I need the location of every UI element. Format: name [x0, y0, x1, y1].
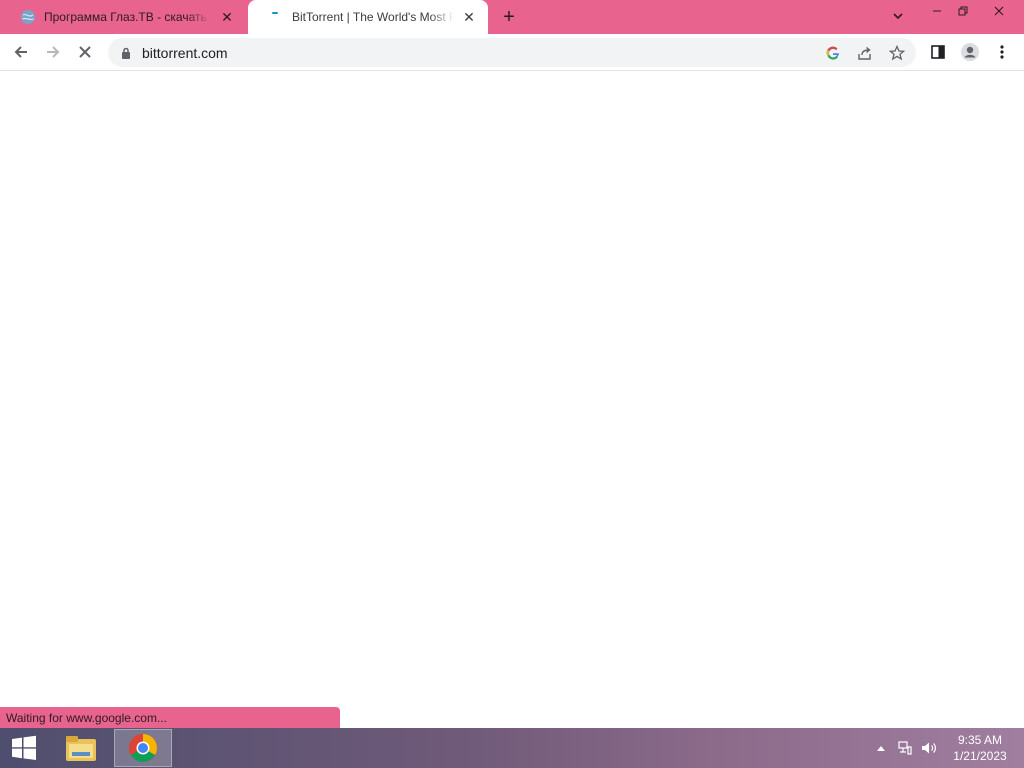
forward-button[interactable]	[40, 39, 66, 65]
tab-bittorrent[interactable]: BitTorrent | The World's Most Popular ✕	[248, 0, 488, 34]
tab-title: Программа Глаз.ТВ - скачать и	[44, 10, 212, 24]
menu-button[interactable]	[992, 42, 1012, 62]
restore-button[interactable]	[946, 0, 980, 22]
taskbar-chrome[interactable]	[114, 729, 172, 767]
tab-search-button[interactable]	[888, 8, 908, 28]
side-panel-icon	[931, 45, 945, 59]
lock-icon	[120, 46, 132, 60]
network-tray-button[interactable]	[894, 728, 916, 768]
share-icon[interactable]	[856, 44, 874, 62]
taskbar-file-explorer[interactable]	[52, 729, 110, 767]
restore-icon	[958, 6, 968, 16]
show-hidden-icons-button[interactable]	[872, 728, 890, 768]
start-button[interactable]	[0, 728, 48, 768]
back-arrow-icon	[14, 46, 27, 58]
network-icon	[898, 741, 912, 755]
chrome-icon	[129, 734, 157, 762]
desktop-screen: Программа Глаз.ТВ - скачать и ✕ BitTorre…	[0, 0, 1024, 768]
stop-x-icon	[79, 46, 91, 58]
tab-close-button[interactable]: ✕	[460, 8, 478, 26]
chevron-up-icon	[877, 746, 885, 751]
volume-tray-button[interactable]	[918, 728, 940, 768]
tab-close-button[interactable]: ✕	[218, 8, 236, 26]
tab-title: BitTorrent | The World's Most Popular	[292, 10, 454, 24]
url-text: bittorrent.com	[142, 44, 228, 61]
file-explorer-icon	[66, 736, 96, 761]
bittorrent-icon	[268, 9, 284, 25]
google-lens-icon[interactable]	[824, 44, 842, 62]
address-bar[interactable]: bittorrent.com	[108, 38, 916, 67]
profile-button[interactable]	[960, 42, 980, 62]
forward-arrow-icon	[47, 46, 60, 58]
windows-logo-icon	[12, 735, 36, 760]
clock-time: 9:35 AM	[957, 733, 1003, 747]
page-content	[0, 71, 1024, 728]
new-tab-button[interactable]: +	[498, 6, 520, 28]
speaker-icon	[922, 742, 936, 754]
tab-glaz-tv[interactable]: Программа Глаз.ТВ - скачать и ✕	[0, 0, 246, 34]
kebab-menu-icon	[1000, 45, 1004, 59]
back-button[interactable]	[8, 39, 34, 65]
close-icon	[994, 6, 1004, 16]
system-clock[interactable]: 9:35 AM 1/21/2023	[944, 732, 1016, 764]
tab-strip: Программа Глаз.ТВ - скачать и ✕ BitTorre…	[0, 0, 1024, 34]
minimize-icon	[933, 10, 941, 12]
side-panel-button[interactable]	[928, 42, 948, 62]
chevron-down-icon	[892, 9, 904, 27]
browser-toolbar: bittorrent.com	[0, 34, 1024, 71]
stop-loading-button[interactable]	[72, 39, 98, 65]
globe-icon	[20, 9, 36, 25]
bookmark-star-icon[interactable]	[888, 44, 906, 62]
avatar-icon	[961, 43, 979, 61]
window-close-button[interactable]	[982, 0, 1016, 22]
taskbar: 9:35 AM 1/21/2023	[0, 728, 1024, 768]
clock-date: 1/21/2023	[953, 749, 1007, 763]
status-bubble: Waiting for www.google.com...	[0, 707, 340, 728]
